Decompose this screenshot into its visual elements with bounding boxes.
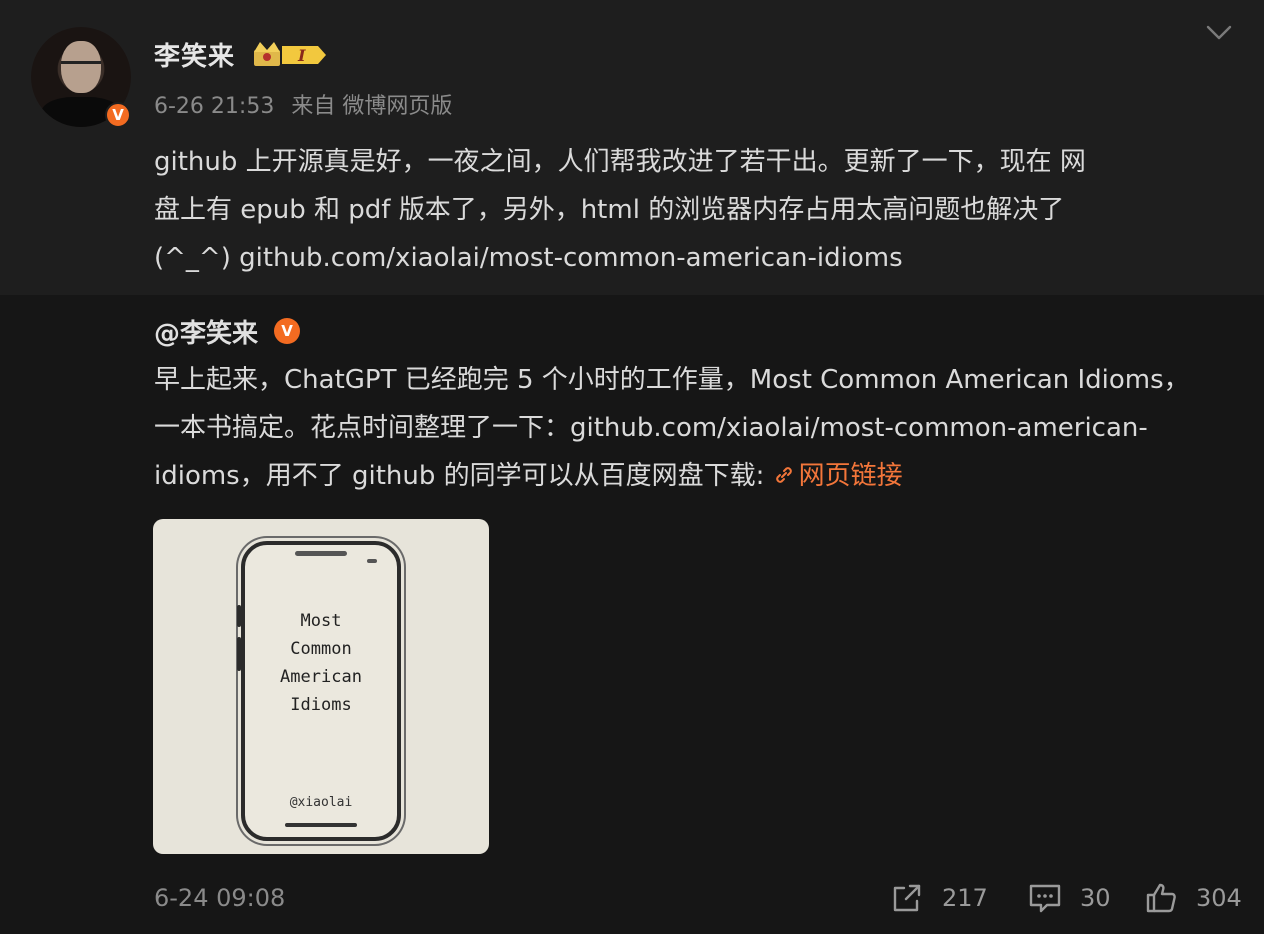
comment-button[interactable]: 30 (1028, 880, 1111, 916)
like-button[interactable]: 304 (1144, 880, 1242, 916)
phone-button (237, 637, 241, 671)
phone-button (237, 605, 241, 627)
repost-text: 早上起来，ChatGPT 已经跑完 5 个小时的工作量，Most Common … (154, 356, 1234, 500)
phone-illustration: Most Common American Idioms @xiaolai (237, 541, 401, 841)
repost-text-line: 一本书搞定。花点时间整理了一下：github.com/xiaolai/most-… (154, 413, 1148, 443)
like-icon (1146, 883, 1176, 913)
verified-badge: V (105, 102, 131, 128)
comment-count: 30 (1080, 884, 1111, 912)
image-book-title: Most Common American Idioms (280, 611, 362, 715)
repost-verified-badge: V (274, 318, 300, 344)
post-source: 来自 微博网页版 (291, 94, 453, 119)
phone-home-bar (285, 823, 357, 827)
like-count: 304 (1196, 884, 1242, 912)
repost-text-segment: idioms，用不了 github 的同学可以从百度网盘下载: (154, 461, 773, 491)
phone-button (397, 625, 401, 669)
image-handle: @xiaolai (289, 795, 353, 810)
repost-count: 217 (942, 884, 988, 912)
post-text: github 上开源真是好，一夜之间，人们帮我改进了若干出。更新了一下，现在 网… (154, 138, 1234, 282)
post-text-line: 盘上有 epub 和 pdf 版本了，另外，html 的浏览器内存占用太高问题也… (154, 195, 1065, 225)
phone-camera (367, 559, 377, 563)
repost-button[interactable]: 217 (890, 880, 988, 916)
post-text-line: (^_^) github.com/xiaolai/most-common-ame… (154, 243, 903, 273)
repost-text-line: 早上起来，ChatGPT 已经跑完 5 个小时的工作量，Most Common … (154, 365, 1190, 395)
post-meta: 6-26 21:53 来自 微博网页版 (154, 88, 462, 120)
author-name[interactable]: 李笑来 (154, 36, 235, 73)
link-icon (775, 467, 792, 483)
repost-date[interactable]: 6-24 09:08 (154, 884, 285, 912)
repost-text-line: idioms，用不了 github 的同学可以从百度网盘下载: 网页链接 (154, 452, 1234, 500)
chevron-down-icon[interactable] (1204, 20, 1234, 44)
avatar-glasses (61, 61, 101, 72)
post-date[interactable]: 6-26 21:53 (154, 94, 274, 119)
share-icon (893, 884, 921, 912)
comment-icon (1029, 884, 1061, 913)
phone-notch (295, 551, 347, 556)
web-link-label: 网页链接 (798, 461, 903, 491)
member-level-badge: I (297, 46, 306, 65)
repost-author-mention[interactable]: @李笑来 (154, 313, 258, 350)
post-image[interactable]: Most Common American Idioms @xiaolai (153, 519, 489, 854)
web-link[interactable]: 网页链接 (773, 461, 903, 491)
post-text-line: github 上开源真是好，一夜之间，人们帮我改进了若干出。更新了一下，现在 网 (154, 147, 1086, 177)
crown-icon[interactable]: I (252, 40, 328, 70)
